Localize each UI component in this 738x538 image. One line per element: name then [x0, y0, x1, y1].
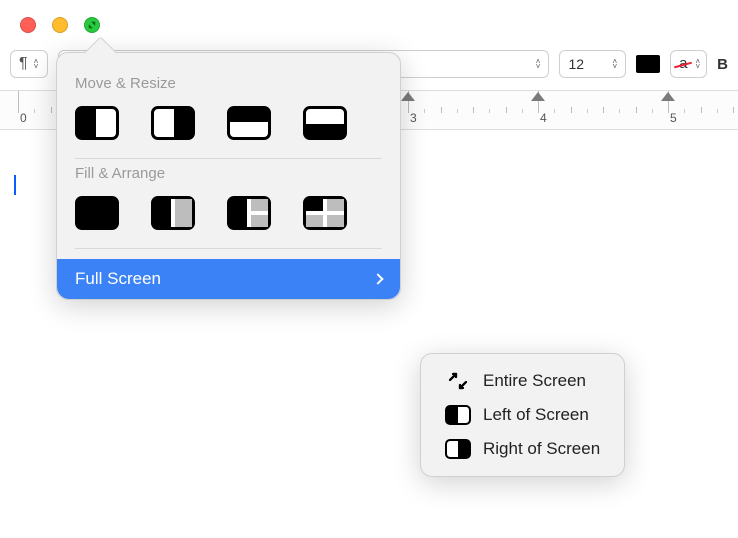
font-size-select[interactable]: 12 ˄˅: [559, 50, 626, 78]
ruler-label: 0: [20, 111, 27, 125]
window-minimize-button[interactable]: [52, 17, 68, 33]
paragraph-style-button[interactable]: ¶ ˄˅: [10, 50, 48, 78]
tab-stop-marker[interactable]: [401, 92, 415, 101]
submenu-left-of-screen[interactable]: Left of Screen: [433, 398, 612, 432]
entire-screen-icon: [445, 371, 471, 391]
submenu-label: Entire Screen: [483, 371, 586, 391]
text-caret: [14, 175, 16, 195]
updown-icon: ˄˅: [612, 59, 617, 69]
pilcrow-icon: ¶: [19, 55, 28, 73]
tile-left-half[interactable]: [75, 106, 119, 140]
updown-icon: ˄˅: [695, 59, 700, 69]
strikethrough-style-button[interactable]: a ˄˅: [670, 50, 707, 78]
strike-icon: a: [677, 55, 689, 73]
arrange-left-large[interactable]: [227, 196, 271, 230]
divider: [75, 248, 382, 249]
updown-icon: ˄˅: [34, 59, 39, 69]
arrange-left-right[interactable]: [151, 196, 195, 230]
text-color-swatch[interactable]: [636, 55, 660, 73]
tab-stop-marker[interactable]: [661, 92, 675, 101]
submenu-label: Right of Screen: [483, 439, 600, 459]
submenu-label: Left of Screen: [483, 405, 589, 425]
submenu-entire-screen[interactable]: Entire Screen: [433, 364, 612, 398]
left-of-screen-icon: [445, 405, 471, 425]
tile-right-half[interactable]: [151, 106, 195, 140]
right-of-screen-icon: [445, 439, 471, 459]
bold-button[interactable]: B: [717, 56, 728, 73]
section-title-fill-arrange: Fill & Arrange: [75, 165, 384, 182]
submenu-right-of-screen[interactable]: Right of Screen: [433, 432, 612, 466]
arrange-quarters[interactable]: [303, 196, 347, 230]
full-screen-label: Full Screen: [75, 269, 161, 289]
ruler-label: 5: [670, 111, 677, 125]
divider: [75, 158, 382, 159]
section-title-move-resize: Move & Resize: [75, 75, 384, 92]
window-zoom-button[interactable]: [84, 17, 100, 33]
ruler-label: 3: [410, 111, 417, 125]
fill-screen[interactable]: [75, 196, 119, 230]
ruler-label: 4: [540, 111, 547, 125]
tab-stop-marker[interactable]: [531, 92, 545, 101]
window-tiling-popover: Move & Resize Fill & Arrange Full Screen: [56, 52, 401, 300]
full-screen-submenu: Entire Screen Left of Screen Right of Sc…: [420, 353, 625, 477]
window-close-button[interactable]: [20, 17, 36, 33]
chevron-right-icon: [372, 273, 383, 284]
tile-bottom-half[interactable]: [303, 106, 347, 140]
font-size-value: 12: [568, 56, 606, 72]
updown-icon: ˄˅: [536, 59, 541, 69]
full-screen-menu-item[interactable]: Full Screen: [57, 259, 400, 299]
tile-top-half[interactable]: [227, 106, 271, 140]
